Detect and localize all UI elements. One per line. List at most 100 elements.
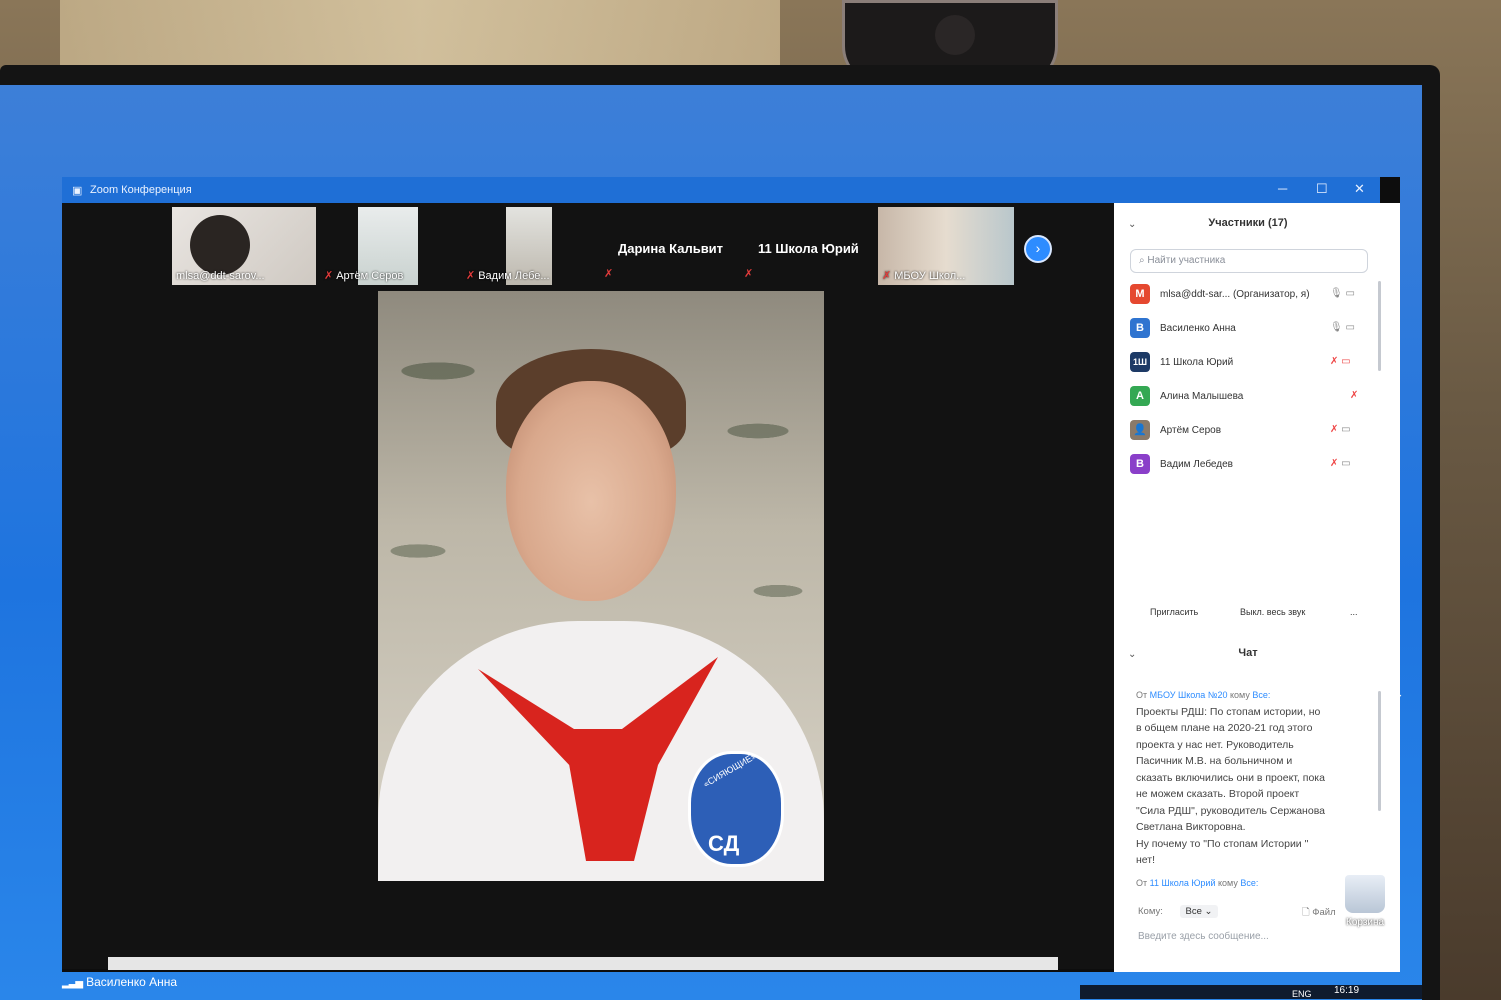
video-camera-icon: ▭ xyxy=(1341,458,1351,469)
signal-strength-icon: ▂▃▅ xyxy=(62,978,83,989)
avatar: А xyxy=(1130,386,1150,406)
avatar-photo: 👤 xyxy=(1130,420,1150,440)
chat-line: Светлана Викторовна. xyxy=(1136,821,1246,833)
camera-person xyxy=(190,215,250,275)
next-page-button[interactable]: › xyxy=(1024,235,1052,263)
chevron-down-icon: ⌄ xyxy=(1204,906,1213,917)
participant-name-tile[interactable]: 11 Школа Юрий xyxy=(758,241,859,256)
chat-message-input[interactable]: Введите здесь сообщение... xyxy=(1138,931,1269,942)
participant-row[interactable]: А Алина Малышева ✗ xyxy=(1130,383,1370,411)
recipient-label: Кому: xyxy=(1138,906,1163,917)
participants-scrollbar[interactable] xyxy=(1378,281,1381,371)
chat-message-header: От МБОУ Школа №20 кому Все: xyxy=(1136,690,1271,700)
recycle-bin-label[interactable]: Корзина xyxy=(1346,917,1384,928)
chat-line: Ну почему то "По стопам Истории " xyxy=(1136,837,1309,850)
avatar: M xyxy=(1130,284,1150,304)
chat-line: не можем сказать. Второй проект xyxy=(1136,788,1300,800)
thumbnail-label: ✗ МБОУ Школ... xyxy=(882,270,966,282)
mic-muted-icon: ✗ xyxy=(1330,458,1339,469)
avatar: 1Ш xyxy=(1130,352,1150,372)
side-panel: ⌄ Участники (17) ⌕ Найти участника M mls… xyxy=(1114,203,1400,972)
recycle-bin-icon[interactable] xyxy=(1345,875,1385,913)
participant-status: ✗ ▭ xyxy=(1330,424,1351,435)
participant-name: 11 Школа Юрий xyxy=(1160,357,1234,368)
mic-muted-icon: ✗ xyxy=(744,268,754,280)
chat-line: в общем плане на 2020-21 год этого xyxy=(1136,722,1313,734)
titlebar[interactable]: ▣ Zoom Конференция ─ ☐ ✕ xyxy=(62,177,1380,203)
video-area: mlsa@ddt-sarov... ✗ Артём Серов ✗ Вадим Ле… xyxy=(62,203,1114,989)
participant-name: Вадим Лебедев xyxy=(1160,459,1233,470)
video-camera-icon: ▭ xyxy=(1345,288,1355,299)
more-options-button[interactable]: ... xyxy=(1350,607,1358,617)
video-camera-icon: ▭ xyxy=(1345,322,1355,333)
participant-name: Василенко Анна xyxy=(1160,323,1236,334)
room-window xyxy=(60,0,780,70)
active-speaker-video: СД «СИЯЮЩИЕ» xyxy=(378,291,824,881)
participant-status: 🎙 ▭ xyxy=(1330,288,1355,299)
participant-name-tile[interactable]: Дарина Кальвит xyxy=(618,241,723,256)
mic-muted-icon: ✗ xyxy=(1330,424,1339,435)
participant-status: ✗ xyxy=(1330,390,1358,401)
participant-status: ✗ ▭ xyxy=(1330,356,1351,367)
recipient-select[interactable]: Все ⌄ xyxy=(1179,905,1219,918)
participant-name: Артём Серов xyxy=(1160,425,1222,436)
clock[interactable]: 16:19 xyxy=(1334,985,1359,996)
participant-row[interactable]: M mlsa@ddt-sar... (Организатор, я) 🎙 ▭ xyxy=(1130,281,1370,309)
thumbnail-label: mlsa@ddt-sarov... xyxy=(176,270,265,282)
video-camera-icon: ▭ xyxy=(1341,424,1351,435)
chat-message: От 11 Школа Юрий кому Все: xyxy=(1136,875,1352,892)
zoom-app-icon: ▣ xyxy=(72,185,83,197)
minimize-button[interactable]: ─ xyxy=(1278,181,1287,196)
chat-scrollbar[interactable] xyxy=(1378,691,1381,811)
mute-all-button[interactable]: Выкл. весь звук xyxy=(1240,607,1305,617)
background-window-edge xyxy=(108,957,1058,970)
webcam-lens xyxy=(935,15,975,55)
file-button[interactable]: 🗋 Файл xyxy=(1302,905,1336,921)
mic-muted-icon: ✗ xyxy=(604,268,614,280)
participant-row[interactable]: 1Ш 11 Школа Юрий ✗ ▭ xyxy=(1130,349,1370,377)
mic-muted-icon: ✗ xyxy=(324,270,334,282)
sender-link[interactable]: МБОУ Школа №20 xyxy=(1150,690,1228,700)
participant-name: Алина Малышева xyxy=(1160,391,1244,402)
mic-muted-icon: ✗ xyxy=(1350,390,1359,401)
participant-row[interactable]: В Вадим Лебедев ✗ ▭ xyxy=(1130,451,1370,479)
close-button[interactable]: ✕ xyxy=(1354,181,1365,197)
chat-line: сказать включились они в проект, пока xyxy=(1136,771,1325,784)
participants-title: Участники (17) xyxy=(1208,217,1288,229)
participant-row[interactable]: 👤 Артём Серов ✗ ▭ xyxy=(1130,417,1370,445)
chat-title: Чат xyxy=(1238,647,1258,659)
window-title: Zoom Конференция xyxy=(90,184,192,196)
video-thumbnail[interactable]: ✗ Артём Серов xyxy=(320,207,418,285)
chat-message: От МБОУ Школа №20 кому Все: Проекты РДШ:… xyxy=(1136,687,1352,869)
video-off-icon: ▭ xyxy=(1341,356,1351,367)
video-thumbnail[interactable]: ✗ Вадим Лебе... xyxy=(462,207,554,285)
participant-status: 🎙 ▭ xyxy=(1330,322,1355,333)
chat-line: проекта у нас нет. Руководитель xyxy=(1136,738,1294,751)
participant-row[interactable]: В Василенко Анна 🎙 ▭ xyxy=(1130,315,1370,343)
zoom-window: ▣ Zoom Конференция ─ ☐ ✕ mlsa@ddt-sarov.… xyxy=(62,177,1400,989)
mic-muted-icon: ✗ xyxy=(882,270,892,282)
sender-link[interactable]: 11 Школа Юрий xyxy=(1150,878,1216,888)
active-speaker-label: ▂▃▅ Василенко Анна xyxy=(62,975,178,989)
maximize-button[interactable]: ☐ xyxy=(1316,181,1328,197)
mic-muted-icon: ✗ xyxy=(1330,356,1339,367)
speaker-face xyxy=(506,381,676,601)
avatar: В xyxy=(1130,454,1150,474)
language-indicator[interactable]: ENG xyxy=(1292,989,1312,999)
thumbnail-label: ✗ Вадим Лебе... xyxy=(466,270,550,282)
recipient-row: Кому: Все ⌄ xyxy=(1138,905,1219,918)
desktop-screen: ▣ Zoom Конференция ─ ☐ ✕ mlsa@ddt-sarov.… xyxy=(0,85,1422,1000)
invite-button[interactable]: Пригласить xyxy=(1150,607,1198,617)
participant-search-input[interactable]: ⌕ Найти участника xyxy=(1130,249,1368,273)
taskbar-tray xyxy=(1080,985,1422,999)
video-thumbnail[interactable]: mlsa@ddt-sarov... xyxy=(172,207,316,285)
chat-line: Проекты РДШ: По стопам истории, но xyxy=(1136,705,1321,718)
chat-message-header: От 11 Школа Юрий кому Все: xyxy=(1136,878,1259,888)
avatar: В xyxy=(1130,318,1150,338)
thumbnail-label: ✗ Артём Серов xyxy=(324,270,404,282)
search-icon: ⌕ xyxy=(1139,255,1145,266)
microphone-icon: 🎙 xyxy=(1330,288,1343,299)
microphone-icon: 🎙 xyxy=(1330,322,1343,333)
video-thumbnail[interactable]: ✗ МБОУ Школ... xyxy=(878,207,1014,285)
mic-muted-icon: ✗ xyxy=(466,270,476,282)
